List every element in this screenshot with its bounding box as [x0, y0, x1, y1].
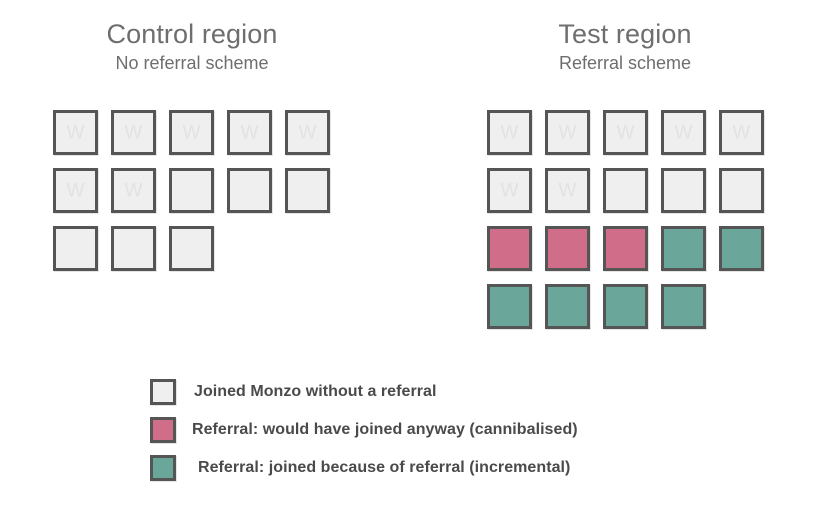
- square-no-referral: [53, 226, 98, 271]
- square-no-referral: W: [111, 110, 156, 155]
- legend-item-no-referral: Joined Monzo without a referral: [150, 379, 578, 405]
- square-cannibalised: [487, 226, 532, 271]
- square-no-referral: W: [487, 110, 532, 155]
- square-no-referral: W: [169, 110, 214, 155]
- square-no-referral: W: [487, 168, 532, 213]
- square-no-referral: W: [661, 110, 706, 155]
- square-incremental: [545, 284, 590, 329]
- legend: Joined Monzo without a referral Referral…: [150, 379, 578, 481]
- square-no-referral: [111, 226, 156, 271]
- watermark-letter: W: [182, 122, 201, 143]
- square-no-referral: [285, 168, 330, 213]
- watermark-letter: W: [500, 180, 519, 201]
- square-no-referral: [169, 226, 214, 271]
- customer-grid-row: WW: [53, 168, 330, 213]
- legend-item-incremental: Referral: joined because of referral (in…: [150, 455, 578, 481]
- region-title-test: Test region: [558, 19, 692, 49]
- watermark-letter: W: [66, 180, 85, 201]
- legend-swatch-incremental-icon: [150, 455, 176, 481]
- square-no-referral: W: [545, 110, 590, 155]
- legend-label-cannibalised: Referral: would have joined anyway (cann…: [192, 421, 578, 438]
- watermark-letter: W: [674, 122, 693, 143]
- watermark-letter: W: [124, 122, 143, 143]
- square-no-referral: [661, 168, 706, 213]
- watermark-letter: W: [558, 180, 577, 201]
- square-cannibalised: [603, 226, 648, 271]
- region-title-control: Control region: [106, 19, 278, 49]
- square-incremental: [603, 284, 648, 329]
- legend-label-no-referral: Joined Monzo without a referral: [194, 383, 437, 400]
- legend-label-incremental: Referral: joined because of referral (in…: [198, 459, 571, 476]
- region-header-test: Test region Referral scheme: [475, 18, 775, 75]
- square-incremental: [719, 226, 764, 271]
- square-no-referral: W: [285, 110, 330, 155]
- square-no-referral: W: [227, 110, 272, 155]
- square-no-referral: W: [545, 168, 590, 213]
- customer-grid-row: [487, 284, 764, 329]
- square-no-referral: [227, 168, 272, 213]
- infographic-canvas: Control region No referral scheme Test r…: [0, 0, 817, 517]
- watermark-letter: W: [298, 122, 317, 143]
- square-no-referral: [719, 168, 764, 213]
- watermark-letter: W: [124, 180, 143, 201]
- watermark-letter: W: [240, 122, 259, 143]
- square-incremental: [487, 284, 532, 329]
- customer-grid-row: WW: [487, 168, 764, 213]
- customer-grid-row: [487, 226, 764, 271]
- customer-grid-control: WWWWWWW: [53, 110, 330, 271]
- legend-swatch-no-referral-icon: [150, 379, 176, 405]
- square-incremental: [661, 226, 706, 271]
- watermark-letter: W: [500, 122, 519, 143]
- square-no-referral: W: [603, 110, 648, 155]
- legend-item-cannibalised: Referral: would have joined anyway (cann…: [150, 417, 578, 443]
- watermark-letter: W: [558, 122, 577, 143]
- square-no-referral: W: [111, 168, 156, 213]
- customer-grid-row: WWWWW: [487, 110, 764, 155]
- square-cannibalised: [545, 226, 590, 271]
- square-no-referral: [169, 168, 214, 213]
- region-header-control: Control region No referral scheme: [42, 18, 342, 75]
- square-no-referral: [603, 168, 648, 213]
- watermark-letter: W: [66, 122, 85, 143]
- legend-swatch-cannibalised-icon: [150, 417, 176, 443]
- square-no-referral: W: [53, 110, 98, 155]
- watermark-letter: W: [732, 122, 751, 143]
- region-subtitle-control: No referral scheme: [115, 53, 269, 73]
- square-incremental: [661, 284, 706, 329]
- square-no-referral: W: [53, 168, 98, 213]
- region-subtitle-test: Referral scheme: [558, 53, 692, 73]
- customer-grid-row: WWWWW: [53, 110, 330, 155]
- square-no-referral: W: [719, 110, 764, 155]
- customer-grid-test: WWWWWWW: [487, 110, 764, 329]
- watermark-letter: W: [616, 122, 635, 143]
- customer-grid-row: [53, 226, 330, 271]
